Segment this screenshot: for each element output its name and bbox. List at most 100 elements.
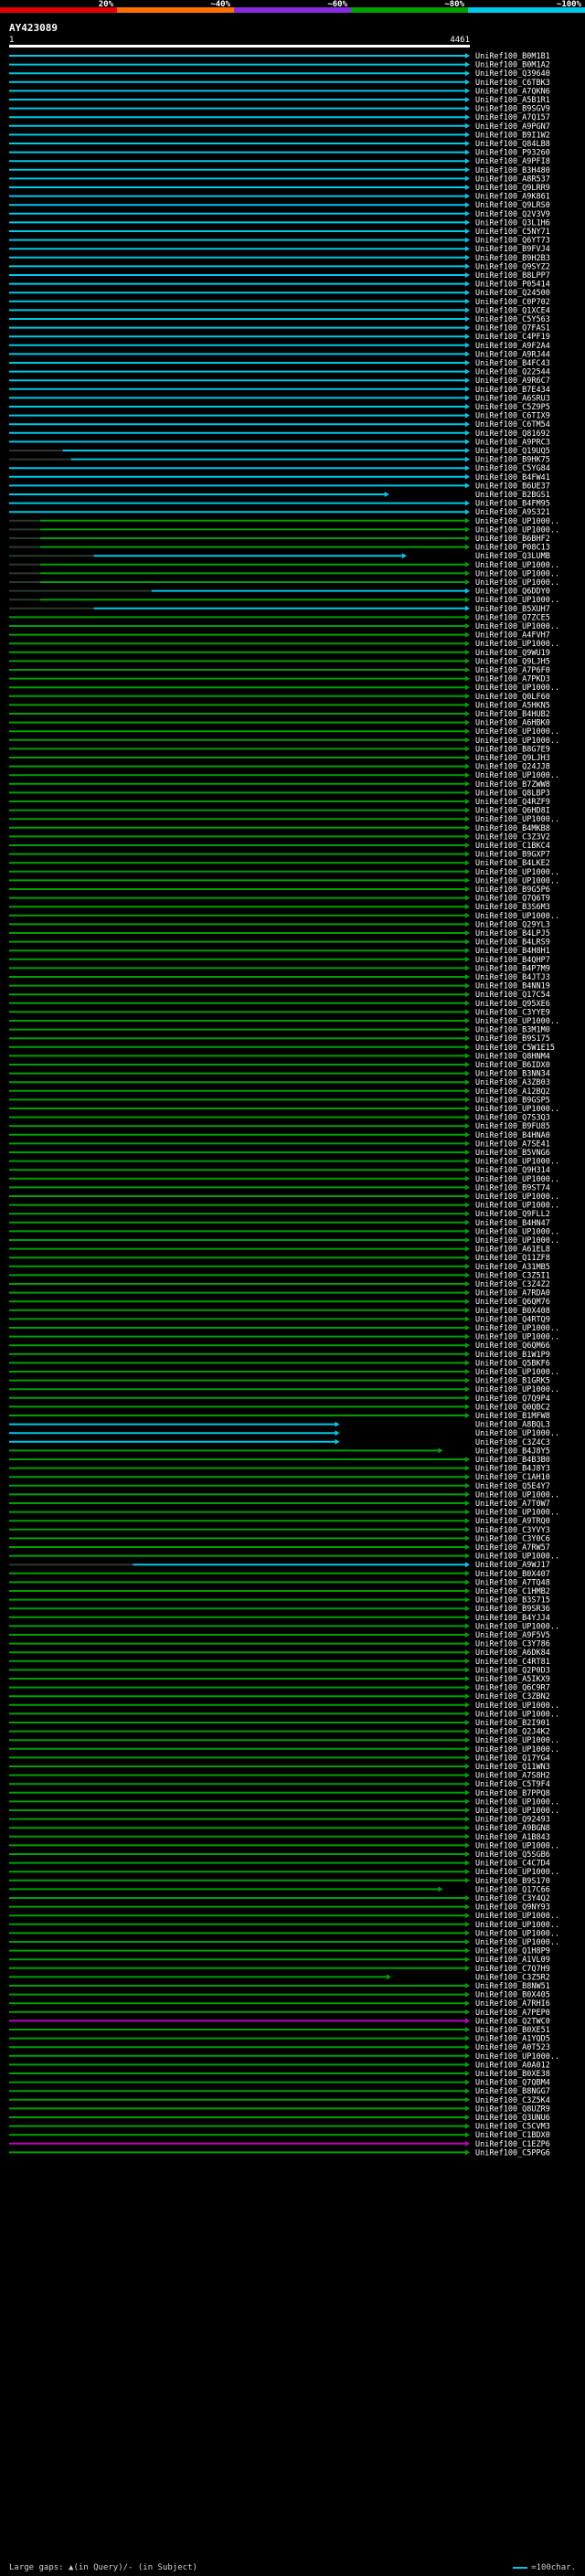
hit-label[interactable]: UniRef100_B0X407 — [475, 1570, 550, 1579]
hit-label[interactable]: UniRef100_C5YG84 — [475, 464, 550, 473]
hit-label[interactable]: UniRef100_B8G7E9 — [475, 745, 550, 754]
hit-label[interactable]: UniRef100_Q6HD8I — [475, 807, 550, 816]
hit-label[interactable]: UniRef100_UP1000.. — [475, 561, 559, 570]
hit-label[interactable]: UniRef100_Q6QM76 — [475, 1298, 550, 1307]
hit-label[interactable]: UniRef100_A8R537 — [475, 175, 550, 184]
hit-label[interactable]: UniRef100_A9R6C7 — [475, 376, 550, 386]
hit-label[interactable]: UniRef100_A7QKN6 — [475, 87, 550, 96]
hit-label[interactable]: UniRef100_Q5E4Y7 — [475, 1482, 550, 1491]
hit-label[interactable]: UniRef100_C3Z4C3 — [475, 1438, 550, 1447]
hit-label[interactable]: UniRef100_Q3LUMB — [475, 552, 550, 561]
hit-label[interactable]: UniRef100_UP1000.. — [475, 1324, 559, 1333]
hit-label[interactable]: UniRef100_UP1000.. — [475, 1710, 559, 1719]
hit-label[interactable]: UniRef100_C3Y786 — [475, 1640, 550, 1649]
hit-label[interactable]: UniRef100_UP1000.. — [475, 1509, 559, 1518]
hit-label[interactable]: UniRef100_A6SRU3 — [475, 394, 550, 403]
hit-label[interactable]: UniRef100_C1AH10 — [475, 1473, 550, 1482]
hit-label[interactable]: UniRef100_C3Z3V2 — [475, 832, 550, 842]
hit-label[interactable]: UniRef100_Q7Q6T9 — [475, 895, 550, 904]
hit-label[interactable]: UniRef100_B4HN47 — [475, 1219, 550, 1228]
hit-label[interactable]: UniRef100_A31MB5 — [475, 1263, 550, 1272]
hit-label[interactable]: UniRef100_UP1000.. — [475, 1175, 559, 1184]
hit-label[interactable]: UniRef100_UP1000.. — [475, 1368, 559, 1377]
hit-label[interactable]: UniRef100_B7PPQ8 — [475, 1789, 550, 1798]
hit-label[interactable]: UniRef100_B7ZWW8 — [475, 780, 550, 790]
hit-label[interactable]: UniRef100_B1GRK5 — [475, 1377, 550, 1386]
hit-label[interactable]: UniRef100_Q9NY93 — [475, 1903, 550, 1913]
hit-label[interactable]: UniRef100_A9TRQ0 — [475, 1517, 550, 1526]
hit-label[interactable]: UniRef100_B7E434 — [475, 386, 550, 395]
hit-label[interactable]: UniRef100_UP1000.. — [475, 1193, 559, 1202]
hit-label[interactable]: UniRef100_UP1000.. — [475, 596, 559, 605]
hit-label[interactable]: UniRef100_Q9LRR9 — [475, 184, 550, 193]
hit-label[interactable]: UniRef100_C1HMB2 — [475, 1587, 550, 1596]
hit-label[interactable]: UniRef100_C7Q7H9 — [475, 1965, 550, 1974]
hit-label[interactable]: UniRef100_UP1000.. — [475, 1158, 559, 1167]
hit-label[interactable]: UniRef100_B9GSP5 — [475, 1096, 550, 1105]
hit-label[interactable]: UniRef100_UP1000.. — [475, 1736, 559, 1745]
hit-label[interactable]: UniRef100_B8LPP7 — [475, 271, 550, 281]
hit-label[interactable]: UniRef100_Q6DDY0 — [475, 588, 550, 597]
hit-label[interactable]: UniRef100_B0XE51 — [475, 2026, 550, 2035]
hit-label[interactable]: UniRef100_C3Z5I1 — [475, 1271, 550, 1280]
hit-label[interactable]: UniRef100_B8NGG7 — [475, 2087, 550, 2096]
hit-label[interactable]: UniRef100_B5XUH7 — [475, 605, 550, 614]
hit-label[interactable]: UniRef100_Q9SYZ2 — [475, 262, 550, 271]
hit-label[interactable]: UniRef100_B9FU85 — [475, 1122, 550, 1131]
hit-label[interactable]: UniRef100_UP1000.. — [475, 684, 559, 693]
hit-label[interactable]: UniRef100_C6TIX9 — [475, 412, 550, 421]
hit-label[interactable]: UniRef100_Q3L1H6 — [475, 218, 550, 228]
hit-label[interactable]: UniRef100_B9HK75 — [475, 456, 550, 465]
hit-label[interactable]: UniRef100_C4C7D4 — [475, 1860, 550, 1869]
hit-label[interactable]: UniRef100_A7TQ48 — [475, 1578, 550, 1587]
hit-label[interactable]: UniRef100_UP1000.. — [475, 525, 559, 535]
hit-label[interactable]: UniRef100_B9SGV9 — [475, 105, 550, 114]
hit-label[interactable]: UniRef100_A9BGN8 — [475, 1824, 550, 1833]
hit-label[interactable]: UniRef100_Q8HNM4 — [475, 1052, 550, 1061]
hit-label[interactable]: UniRef100_C3Y4Q2 — [475, 1894, 550, 1903]
hit-label[interactable]: UniRef100_C3YYE9 — [475, 1008, 550, 1017]
hit-label[interactable]: UniRef100_B8NW51 — [475, 1982, 550, 1991]
hit-label[interactable]: UniRef100_B4LPJ5 — [475, 929, 550, 938]
hit-label[interactable]: UniRef100_UP1000.. — [475, 1929, 559, 1938]
hit-label[interactable]: UniRef100_UP1000.. — [475, 569, 559, 578]
hit-label[interactable]: UniRef100_B2BGS1 — [475, 491, 550, 500]
hit-label[interactable]: UniRef100_Q39640 — [475, 69, 550, 79]
hit-label[interactable]: UniRef100_B9S170 — [475, 1877, 550, 1886]
hit-label[interactable]: UniRef100_Q7Q9P4 — [475, 1394, 550, 1404]
hit-label[interactable]: UniRef100_Q2TWC0 — [475, 2017, 550, 2026]
hit-label[interactable]: UniRef100_UP1000.. — [475, 1385, 559, 1394]
hit-label[interactable]: UniRef100_UP1000.. — [475, 1622, 559, 1631]
hit-label[interactable]: UniRef100_A9F5V5 — [475, 1631, 550, 1640]
hit-label[interactable]: UniRef100_B0X408 — [475, 1307, 550, 1316]
hit-label[interactable]: UniRef100_A7T0W7 — [475, 1500, 550, 1509]
hit-label[interactable]: UniRef100_B4QHP7 — [475, 956, 550, 965]
hit-label[interactable]: UniRef100_A1VL09 — [475, 1956, 550, 1965]
hit-label[interactable]: UniRef100_B4YJJ4 — [475, 1614, 550, 1623]
hit-label[interactable]: UniRef100_B4FC43 — [475, 359, 550, 368]
hit-label[interactable]: UniRef100_Q8LBP3 — [475, 789, 550, 798]
hit-label[interactable]: UniRef100_B9G5P6 — [475, 885, 550, 895]
hit-label[interactable]: UniRef100_Q11ZF8 — [475, 1254, 550, 1263]
hit-label[interactable]: UniRef100_C1BKC4 — [475, 842, 550, 851]
hit-label[interactable]: UniRef100_B3NN34 — [475, 1070, 550, 1079]
hit-label[interactable]: UniRef100_UP1000.. — [475, 1553, 559, 1562]
hit-label[interactable]: UniRef100_Q1H8P9 — [475, 1947, 550, 1956]
hit-label[interactable]: UniRef100_B4LKE2 — [475, 859, 550, 868]
hit-label[interactable]: UniRef100_Q5SGB6 — [475, 1850, 550, 1860]
hit-label[interactable]: UniRef100_A9K861 — [475, 193, 550, 202]
hit-label[interactable]: UniRef100_UP1000.. — [475, 1701, 559, 1711]
hit-label[interactable]: UniRef100_A7RW57 — [475, 1543, 550, 1553]
hit-label[interactable]: UniRef100_Q17C54 — [475, 991, 550, 1000]
hit-label[interactable]: UniRef100_B9ST74 — [475, 1183, 550, 1193]
hit-label[interactable]: UniRef100_Q2P0D3 — [475, 1666, 550, 1675]
hit-label[interactable]: UniRef100_B4B3B0 — [475, 1456, 550, 1465]
hit-label[interactable]: UniRef100_UP1000.. — [475, 1227, 559, 1236]
hit-label[interactable]: UniRef100_C1EZP6 — [475, 2140, 550, 2149]
hit-label[interactable]: UniRef100_UP1000.. — [475, 2052, 559, 2062]
hit-label[interactable]: UniRef100_A9S321 — [475, 508, 550, 517]
hit-label[interactable]: UniRef100_UP1000.. — [475, 622, 559, 631]
hit-label[interactable]: UniRef100_UP1000.. — [475, 868, 559, 877]
hit-label[interactable]: UniRef100_Q3UNU6 — [475, 2114, 550, 2123]
hit-label[interactable]: UniRef100_A0A012 — [475, 2061, 550, 2070]
